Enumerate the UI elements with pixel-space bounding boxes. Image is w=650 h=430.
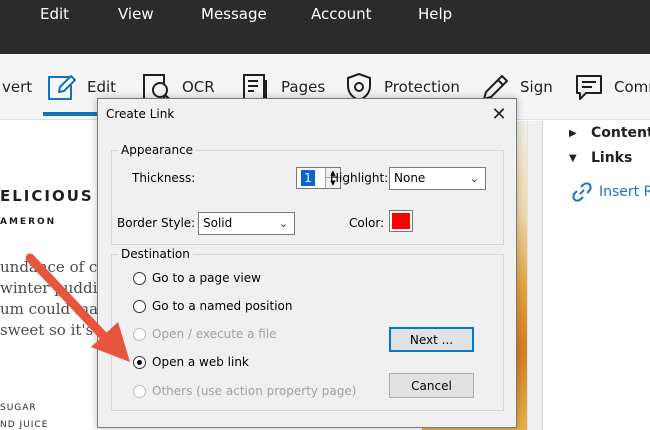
toolbar-sign-label: Sign xyxy=(520,78,553,96)
menu-view[interactable]: View xyxy=(118,5,154,23)
doc-byline: AMERON xyxy=(0,217,57,227)
radio-button xyxy=(133,327,146,341)
panel-item-label: Links xyxy=(591,150,633,166)
destination-group-label: Destination xyxy=(118,247,193,261)
toolbar-convert-label: vert xyxy=(2,78,33,96)
color-label: Color: xyxy=(349,216,385,230)
menu-account[interactable]: Account xyxy=(311,5,372,23)
comment-icon xyxy=(576,75,602,100)
panel-item-content[interactable]: ▶ Content xyxy=(569,125,650,141)
create-link-dialog: Create Link ✕ Appearance Thickness: 1 ▲ … xyxy=(97,98,517,428)
menu-bar: Edit View Message Account Help xyxy=(0,0,650,54)
chevron-right-icon: ▶ xyxy=(569,127,577,139)
color-swatch xyxy=(392,213,410,229)
right-panel: ▶ Content ▼ Links Insert Re xyxy=(542,121,650,430)
link-icon xyxy=(572,182,592,202)
edit-pencil-icon xyxy=(48,75,76,100)
radio-button xyxy=(133,299,146,313)
doc-heading: ELICIOUS / xyxy=(0,187,109,205)
doc-paragraph-line: sweet so it's a xyxy=(0,321,107,339)
radio-page-view[interactable]: Go to a page view xyxy=(133,271,261,285)
next-button[interactable]: Next ... xyxy=(389,327,474,352)
toolbar-comment-label: Comm xyxy=(614,78,650,96)
toolbar-pages-label: Pages xyxy=(281,78,326,96)
doc-ingredient: ND JUICE xyxy=(0,420,49,430)
radio-execute-file: Open / execute a file xyxy=(133,327,277,341)
chevron-down-icon: ⌄ xyxy=(278,217,288,230)
doc-paragraph-line: um could mak xyxy=(0,300,108,318)
chevron-down-icon: ▼ xyxy=(569,152,577,164)
vertical-scrollbar[interactable] xyxy=(527,121,542,430)
radio-button xyxy=(133,384,146,398)
menu-message[interactable]: Message xyxy=(201,5,267,23)
color-picker-button[interactable] xyxy=(389,210,413,232)
highlight-label: Highlight: xyxy=(330,171,389,185)
insert-link-button[interactable]: Insert Re xyxy=(571,181,650,203)
toolbar-convert-button[interactable]: vert xyxy=(0,72,32,102)
appearance-group-label: Appearance xyxy=(118,143,197,157)
insert-link-label: Insert Re xyxy=(599,184,650,200)
toolbar-ocr-label: OCR xyxy=(182,78,215,96)
radio-label: Go to a named position xyxy=(152,299,293,313)
menu-edit[interactable]: Edit xyxy=(40,5,69,23)
thickness-label: Thickness: xyxy=(132,171,196,185)
thickness-value: 1 xyxy=(301,170,315,186)
border-style-select[interactable]: Solid ⌄ xyxy=(198,212,295,235)
radio-button xyxy=(133,271,146,285)
toolbar-edit-label: Edit xyxy=(87,78,117,96)
dialog-title: Create Link xyxy=(106,107,175,121)
panel-item-label: Content xyxy=(591,125,650,141)
radio-named-position[interactable]: Go to a named position xyxy=(133,299,292,313)
doc-ingredient: SUGAR xyxy=(0,403,37,413)
menu-help[interactable]: Help xyxy=(418,5,452,23)
highlight-value: None xyxy=(394,171,426,185)
doc-paragraph-line: undance of ci xyxy=(0,258,103,276)
appearance-group: Appearance xyxy=(111,143,504,245)
radio-label: Open a web link xyxy=(152,355,249,369)
radio-label: Others (use action property page) xyxy=(152,384,357,398)
toolbar-protection-label: Protection xyxy=(384,78,460,96)
radio-others: Others (use action property page) xyxy=(133,384,356,398)
toolbar-comment-button[interactable]: Comm xyxy=(574,72,650,102)
border-style-label: Border Style: xyxy=(117,216,196,230)
close-icon[interactable]: ✕ xyxy=(482,99,516,129)
panel-item-links[interactable]: ▼ Links xyxy=(569,150,632,166)
chevron-down-icon: ⌄ xyxy=(469,172,479,185)
radio-web-link[interactable]: Open a web link xyxy=(133,355,249,369)
border-style-value: Solid xyxy=(203,216,233,230)
radio-label: Open / execute a file xyxy=(152,327,277,341)
radio-button xyxy=(133,355,146,369)
highlight-select[interactable]: None ⌄ xyxy=(389,167,486,190)
cancel-button[interactable]: Cancel xyxy=(389,373,474,398)
radio-label: Go to a page view xyxy=(152,271,261,285)
